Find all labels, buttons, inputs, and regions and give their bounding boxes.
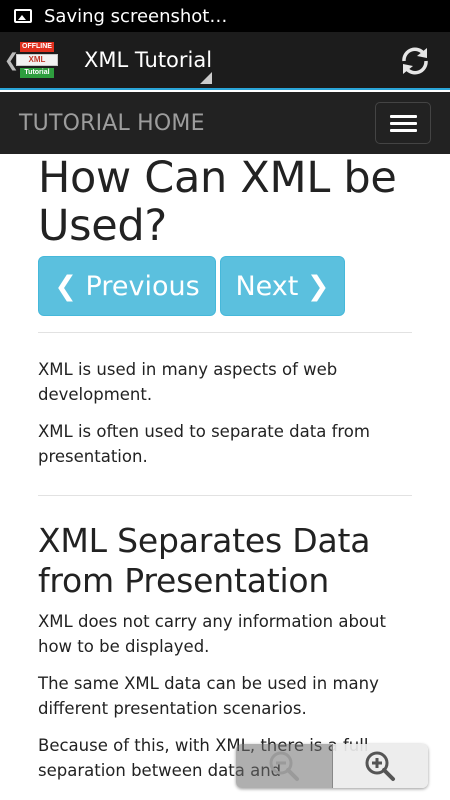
pager: ❮ Previous Next ❯ [38,256,412,316]
paragraph: The same XML data can be used in many di… [38,674,379,718]
page-title: How Can XML be Used? [38,153,397,251]
zoom-in-icon [365,751,396,781]
divider [38,332,412,333]
paragraph: XML is used in many aspects of web devel… [38,360,338,404]
previous-button[interactable]: ❮ Previous [38,256,216,316]
action-bar: ❮ OFFLINE XML Tutorial XML Tutorial [0,32,450,90]
menu-toggle-button[interactable] [375,102,431,144]
app-logo[interactable]: OFFLINE XML Tutorial [16,40,60,80]
logo-xml-text: XML [16,54,58,66]
paragraph: XML does not carry any information about… [38,612,386,656]
hamburger-menu-icon [390,129,417,132]
back-chevron-icon[interactable]: ❮ [4,50,19,71]
main-content: How Can XML be Used? ❮ Previous Next ❯ X… [38,154,412,783]
section-title: XML Separates Data from Presentation [38,521,371,600]
logo-offline-text: OFFLINE [20,42,54,52]
next-button[interactable]: Next ❯ [220,256,345,316]
zoom-out-icon [269,751,299,781]
status-text: Saving screenshot… [44,5,228,27]
zoom-in-button[interactable] [332,744,428,788]
image-icon [14,9,32,23]
dropdown-indicator-icon[interactable] [200,72,212,84]
divider [38,495,412,496]
hamburger-menu-icon [390,115,417,118]
paragraph: XML is often used to separate data from … [38,422,370,466]
site-navbar: TUTORIAL HOME [0,92,450,154]
status-bar: Saving screenshot… [0,0,450,32]
refresh-icon [402,47,428,75]
zoom-controls [236,744,428,788]
zoom-out-button[interactable] [236,744,333,788]
refresh-button[interactable] [398,44,432,78]
app-title[interactable]: XML Tutorial [84,48,212,72]
hamburger-menu-icon [390,122,417,125]
tutorial-home-link[interactable]: TUTORIAL HOME [19,111,205,136]
logo-tutorial-text: Tutorial [20,68,54,78]
